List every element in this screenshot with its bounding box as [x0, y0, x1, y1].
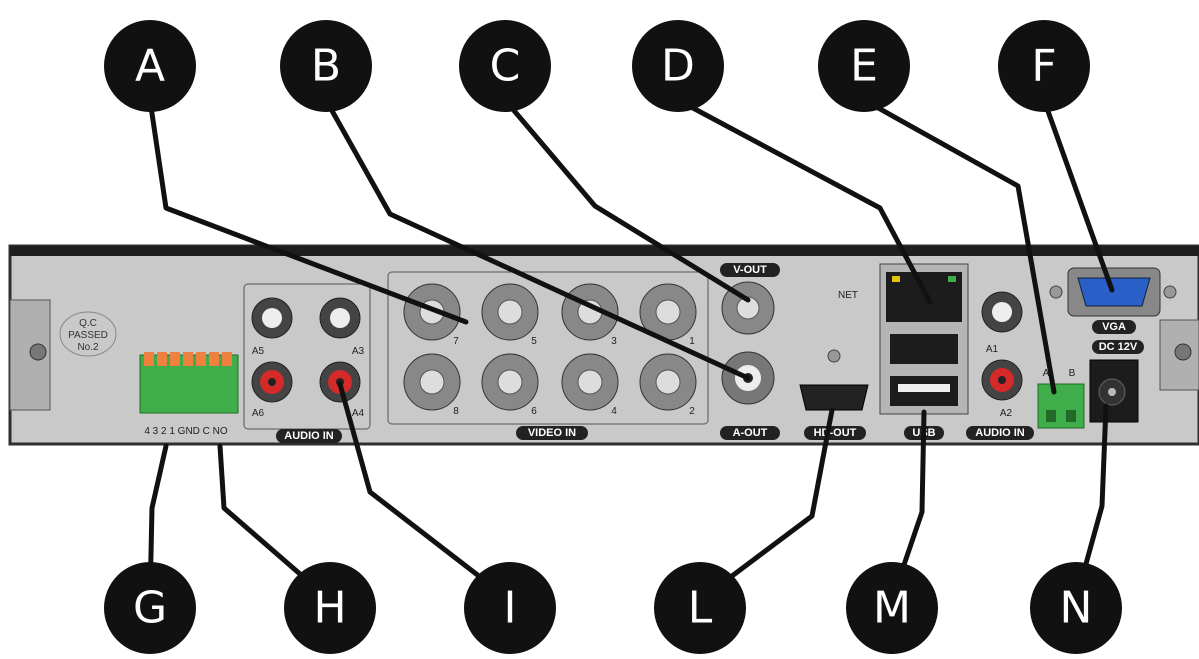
audio-in-label: AUDIO IN [284, 430, 334, 442]
qc-text-1: Q.C [79, 318, 97, 329]
hdmi-port [799, 384, 869, 411]
dvr-rear-panel-diagram: Q.C PASSED No.2 4 3 2 1 GND C NO A5 A3 A [8, 20, 1199, 654]
net-label: NET [838, 290, 858, 301]
video-in-label: VIDEO IN [528, 427, 576, 439]
a-out-label: A-OUT [733, 427, 768, 439]
rear-panel: Q.C PASSED No.2 4 3 2 1 GND C NO A5 A3 A [8, 244, 1199, 446]
qc-text-3: No.2 [77, 342, 99, 353]
video-port-1: 1 [689, 336, 695, 347]
video-port-4: 4 [611, 406, 617, 417]
callout-e: E [850, 41, 878, 92]
v-out-label: V-OUT [733, 264, 767, 276]
audio-a4-label: A4 [352, 408, 365, 419]
dc-power-group: DC 12V [1089, 340, 1144, 423]
panel-top-edge [10, 246, 1199, 256]
audio-a5-label: A5 [252, 346, 265, 357]
callout-f: F [1031, 41, 1056, 92]
callouts-bottom: G H I L M N [104, 562, 1122, 654]
vga-label: VGA [1102, 321, 1126, 333]
audio-a3-label: A3 [352, 346, 365, 357]
callout-m: M [873, 583, 911, 634]
video-port-2: 2 [689, 406, 695, 417]
video-port-7: 7 [453, 336, 459, 347]
video-port-8: 8 [453, 406, 459, 417]
callout-i: I [504, 583, 517, 634]
video-port-5: 5 [531, 336, 537, 347]
qc-text-2: PASSED [68, 330, 108, 341]
callout-n: N [1060, 583, 1093, 634]
callout-l: L [688, 583, 713, 634]
right-screw [1174, 343, 1192, 361]
video-port-6: 6 [531, 406, 537, 417]
rs485-label-b: B [1069, 368, 1076, 379]
callout-h: H [313, 583, 346, 634]
callout-b: B [311, 41, 341, 92]
audio-a2-label: A2 [1000, 408, 1013, 419]
hd-out-label: HD-OUT [814, 427, 857, 439]
callout-a: A [135, 41, 165, 92]
callout-d: D [661, 41, 695, 92]
audio-a6-label: A6 [252, 408, 265, 419]
left-screw [29, 343, 47, 361]
video-port-3: 3 [611, 336, 617, 347]
audio-in-right-label: AUDIO IN [975, 427, 1025, 439]
qc-sticker: Q.C PASSED No.2 [59, 311, 117, 357]
vga-port [1077, 277, 1151, 307]
usb-port-upper [890, 334, 958, 364]
callout-c: C [490, 41, 521, 92]
panel-body [8, 244, 1199, 446]
alarm-terminal-label: 4 3 2 1 GND C NO [144, 426, 228, 437]
callout-g: G [133, 583, 167, 634]
callouts-top: A B C D E F [104, 20, 1090, 112]
dc-label: DC 12V [1099, 341, 1138, 353]
audio-a1-label: A1 [986, 344, 999, 355]
